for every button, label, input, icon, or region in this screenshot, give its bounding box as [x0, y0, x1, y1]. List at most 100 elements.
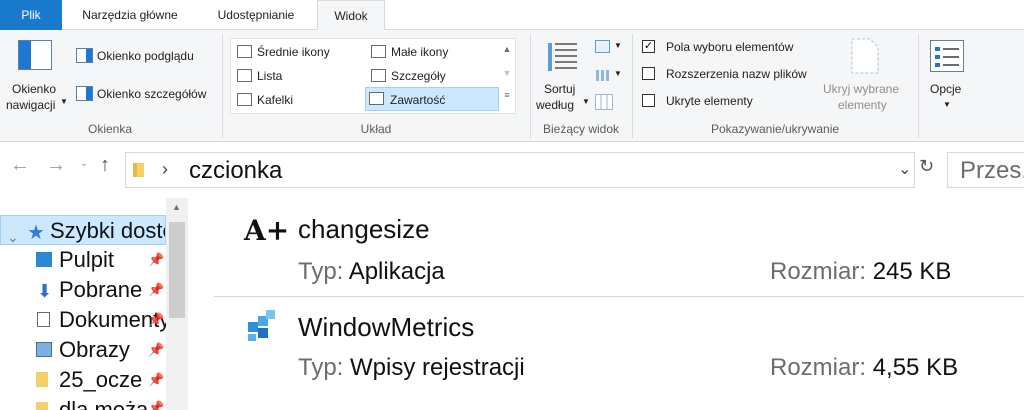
file-size: 245 KB: [872, 258, 952, 285]
breadcrumb-chevron-icon[interactable]: ›: [162, 159, 168, 180]
pin-icon[interactable]: 📌: [148, 400, 164, 410]
gallery-scroll-down-icon[interactable]: ▼: [499, 68, 515, 78]
back-arrow-icon[interactable]: ←: [10, 154, 30, 177]
layout-details[interactable]: Szczegóły: [367, 64, 499, 88]
recent-locations-chevron-icon[interactable]: ⌄: [80, 158, 88, 169]
ribbon: Okienko nawigacji ▼ Okienko podglądu Oki…: [0, 30, 1024, 142]
search-input[interactable]: Przes.: [947, 152, 1024, 188]
item-checkboxes-checkbox[interactable]: ✓: [642, 40, 655, 53]
details-pane-label: Okienko szczegółów: [97, 87, 207, 101]
options-label: Opcje: [930, 82, 962, 96]
address-bar[interactable]: › czcionka ⌄: [125, 152, 915, 188]
group-by-icon: [595, 40, 610, 53]
ribbon-tabs: Plik Narzędzia główne Udostępnianie Wido…: [0, 0, 1024, 31]
forward-arrow-icon[interactable]: →: [46, 154, 66, 177]
nav-item-pictures[interactable]: Obrazy: [0, 335, 166, 365]
layout-small-icons[interactable]: Małe ikony: [367, 40, 499, 64]
nav-item-documents[interactable]: Dokumenty: [0, 305, 166, 335]
registry-entries-icon: [248, 310, 275, 341]
scrollbar-thumb[interactable]: [169, 222, 185, 318]
separator: [530, 34, 531, 138]
preview-pane-label: Okienko podglądu: [97, 49, 194, 63]
refresh-icon[interactable]: ↻: [919, 156, 934, 177]
sort-by-label-2: według: [536, 98, 575, 112]
file-type: Wpisy rejestracji: [350, 354, 525, 381]
pictures-icon: [36, 342, 52, 357]
navigation-scrollbar[interactable]: ▲: [166, 198, 188, 410]
address-dropdown-chevron-icon[interactable]: ⌄: [898, 159, 911, 179]
pin-icon[interactable]: 📌: [148, 312, 164, 328]
scroll-up-icon[interactable]: ▲: [172, 202, 181, 212]
nav-item-downloads[interactable]: ⬇ Pobrane: [0, 275, 166, 305]
nav-item-label: Szybki dostęp: [50, 218, 165, 243]
layout-tiles[interactable]: Kafelki: [233, 88, 367, 112]
layout-content-label: Zawartość: [390, 93, 446, 107]
tab-home[interactable]: Narzędzia główne: [66, 0, 194, 30]
hide-selected-label-1: Ukryj wybrane: [823, 82, 900, 96]
folder-icon: [133, 163, 144, 177]
nav-item-label: Pulpit: [59, 247, 115, 272]
size-columns-icon: [595, 94, 613, 110]
medium-icons-icon: [237, 45, 252, 58]
gallery-scroll-up-icon[interactable]: ▲: [499, 44, 515, 54]
hide-selected-label-2: elementy: [838, 98, 887, 112]
panes-group-label: Okienka: [87, 122, 133, 136]
nav-item-label: Obrazy: [59, 337, 130, 362]
up-arrow-icon[interactable]: ↑: [100, 154, 110, 177]
nav-item-desktop[interactable]: Pulpit: [0, 245, 166, 275]
separator: [222, 34, 223, 138]
expand-chevron-icon[interactable]: ⌄: [7, 222, 19, 244]
size-label: Rozmiar:: [770, 354, 867, 381]
pin-icon[interactable]: 📌: [148, 372, 164, 388]
hidden-items-checkbox[interactable]: [642, 94, 655, 107]
sort-by-icon: [548, 43, 577, 71]
add-columns-icon: [596, 70, 609, 81]
layout-content[interactable]: Zawartość: [365, 87, 499, 111]
preview-pane-icon: [76, 48, 93, 63]
nav-item-quick-access[interactable]: ⌄ ★ Szybki dostęp: [0, 215, 166, 245]
address-path: czcionka: [189, 157, 283, 184]
nav-item-label: 25_ocze: [59, 367, 143, 392]
hide-selected-icon: [851, 38, 879, 74]
navigation-pane-label-2: nawigacji: [6, 98, 56, 112]
tab-view[interactable]: Widok: [317, 0, 385, 31]
nav-item-folder-25[interactable]: 25_ocze: [0, 365, 166, 395]
layout-medium-icons[interactable]: Średnie ikony: [233, 40, 367, 64]
item-checkboxes-label: Pola wyboru elementów: [666, 40, 794, 54]
size-label: Rozmiar:: [770, 258, 867, 285]
dropdown-arrow-icon: ▼: [614, 41, 622, 50]
file-list: A+ changesize Typ: Aplikacja Rozmiar: 24…: [188, 198, 1024, 410]
gallery-more-icon[interactable]: ≡: [499, 90, 515, 100]
layout-group-label: Układ: [360, 122, 392, 136]
navigation-pane-label-1: Okienko: [12, 82, 57, 96]
tab-share[interactable]: Udostępnianie: [198, 0, 314, 30]
pin-icon[interactable]: 📌: [148, 252, 164, 268]
download-arrow-icon: ⬇: [37, 281, 53, 301]
file-extensions-checkbox[interactable]: [642, 67, 655, 80]
details-pane-icon: [76, 86, 93, 101]
details-icon: [371, 69, 386, 82]
separator: [918, 34, 919, 138]
document-icon: [37, 312, 50, 327]
layout-list[interactable]: Lista: [233, 64, 367, 88]
folder-icon: [36, 372, 48, 387]
nav-item-folder-dla[interactable]: dla meża: [0, 395, 166, 410]
type-label: Typ:: [298, 354, 344, 381]
pin-icon[interactable]: 📌: [148, 282, 164, 298]
font-application-icon: A+: [244, 214, 290, 247]
pin-icon[interactable]: 📌: [148, 342, 164, 358]
layout-tiles-label: Kafelki: [257, 93, 294, 107]
file-name: WindowMetrics: [298, 312, 475, 342]
layout-gallery: Średnie ikony Małe ikony Lista Szczegóły…: [230, 38, 516, 114]
tab-file[interactable]: Plik: [0, 0, 62, 30]
desktop-icon: [36, 252, 52, 267]
content-icon: [369, 92, 384, 105]
separator: [632, 34, 633, 138]
sort-by-label-1: Sortuj: [544, 82, 576, 96]
address-toolbar: ← → ⌄ ↑ › czcionka ⌄ ↻ Przes.: [0, 142, 1024, 198]
file-extensions-label: Rozszerzenia nazw plików: [666, 67, 807, 81]
small-icons-icon: [371, 45, 386, 58]
nav-item-label: dla meża: [59, 397, 149, 410]
dropdown-arrow-icon: ▼: [60, 97, 68, 106]
options-icon: [930, 40, 964, 72]
